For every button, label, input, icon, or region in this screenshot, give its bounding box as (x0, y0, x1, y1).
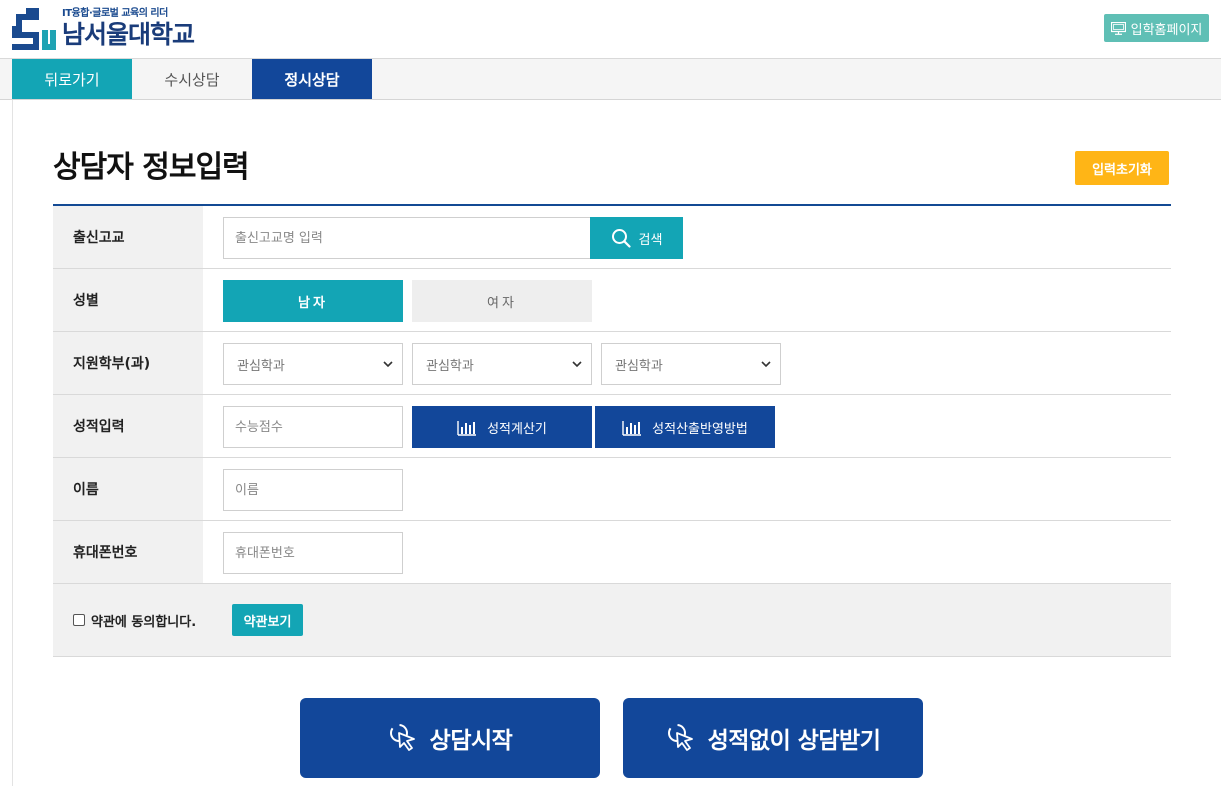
form-row-phone: 휴대폰번호 (53, 521, 1171, 584)
cursor-click-icon (389, 724, 415, 751)
department-select-3-value: 관심학과 (615, 358, 663, 374)
bar-chart-icon (622, 420, 642, 436)
chevron-down-icon (572, 361, 582, 368)
school-search-button[interactable]: 검색 (590, 217, 683, 259)
department-select-2-value: 관심학과 (426, 358, 474, 374)
phone-input-box (223, 532, 403, 574)
department-field: 관심학과 관심학과 관심학과 (203, 332, 1171, 394)
monitor-icon (1110, 21, 1126, 35)
department-select-1-value: 관심학과 (237, 358, 285, 374)
logo-slogan: IT융합·글로벌 교육의 리더 (62, 8, 168, 19)
admission-homepage-button[interactable]: 입학홈페이지 (1104, 14, 1209, 42)
agree-checkbox[interactable] (73, 614, 85, 626)
name-field (203, 458, 1171, 520)
form-row-grade: 성적입력 성적계산기 (53, 395, 1171, 458)
grade-calculator-button[interactable]: 성적계산기 (412, 406, 592, 448)
page-title: 상담자 정보입력 (53, 150, 250, 185)
cursor-click-icon (667, 724, 693, 751)
gender-male-button[interactable]: 남자 (223, 280, 403, 322)
chevron-down-icon (761, 361, 771, 368)
department-select-2[interactable]: 관심학과 (412, 343, 592, 385)
agree-row: 약관에 동의합니다. 약관보기 (53, 584, 1171, 657)
gender-field: 남자 여자 (203, 269, 1171, 331)
phone-label: 휴대폰번호 (53, 521, 203, 583)
form-row-name: 이름 (53, 458, 1171, 521)
tab-back[interactable]: 뒤로가기 (12, 59, 132, 99)
school-input-box (223, 217, 591, 259)
name-label: 이름 (53, 458, 203, 520)
bar-chart-icon (457, 420, 477, 436)
form-row-school: 출신고교 검색 (53, 206, 1171, 269)
grade-label: 성적입력 (53, 395, 203, 457)
university-emblem-icon (12, 8, 56, 50)
reset-input-button[interactable]: 입력초기화 (1075, 151, 1169, 185)
grade-field: 성적계산기 성적산출반영방법 (203, 395, 1171, 457)
agree-label: 약관에 동의합니다. (91, 614, 197, 630)
department-select-3[interactable]: 관심학과 (601, 343, 781, 385)
tab-jeongsi-counsel[interactable]: 정시상담 (252, 59, 372, 99)
department-select-1[interactable]: 관심학과 (223, 343, 403, 385)
tab-susi-counsel[interactable]: 수시상담 (132, 59, 252, 99)
school-label: 출신고교 (53, 206, 203, 268)
logo-text: IT융합·글로벌 교육의 리더 남서울대학교 (62, 8, 195, 50)
view-terms-button[interactable]: 약관보기 (232, 604, 303, 636)
phone-input[interactable] (235, 545, 402, 561)
gender-female-button[interactable]: 여자 (412, 280, 592, 322)
gender-label: 성별 (53, 269, 203, 331)
site-header: IT융합·글로벌 교육의 리더 남서울대학교 입학홈페이지 (0, 0, 1221, 59)
grade-method-label: 성적산출반영방법 (652, 421, 748, 437)
form-row-department: 지원학부(과) 관심학과 관심학과 관심학과 (53, 332, 1171, 395)
grade-method-button[interactable]: 성적산출반영방법 (595, 406, 775, 448)
name-input[interactable] (235, 482, 402, 498)
search-icon (611, 229, 631, 248)
university-name: 남서울대학교 (62, 20, 195, 49)
grade-calculator-label: 성적계산기 (487, 421, 547, 437)
counsel-without-grade-label: 성적없이 상담받기 (707, 728, 881, 754)
start-counsel-label: 상담시작 (429, 728, 513, 754)
university-logo[interactable]: IT융합·글로벌 교육의 리더 남서울대학교 (12, 6, 195, 50)
school-input[interactable] (235, 230, 590, 246)
form-row-gender: 성별 남자 여자 (53, 269, 1171, 332)
grade-score-input[interactable] (235, 419, 402, 435)
department-label: 지원학부(과) (53, 332, 203, 394)
name-input-box (223, 469, 403, 511)
counsel-without-grade-button[interactable]: 성적없이 상담받기 (623, 698, 923, 778)
search-label: 검색 (638, 232, 663, 248)
counsel-form: 출신고교 검색 성별 남자 여자 지원학부(과) 관심학과 (53, 204, 1171, 657)
tab-bar: 뒤로가기 수시상담 정시상담 (0, 59, 1221, 100)
school-field: 검색 (203, 206, 1171, 268)
chevron-down-icon (383, 361, 393, 368)
start-counsel-button[interactable]: 상담시작 (300, 698, 600, 778)
phone-field (203, 521, 1171, 583)
grade-input-box (223, 406, 403, 448)
admission-homepage-label: 입학홈페이지 (1130, 22, 1203, 38)
